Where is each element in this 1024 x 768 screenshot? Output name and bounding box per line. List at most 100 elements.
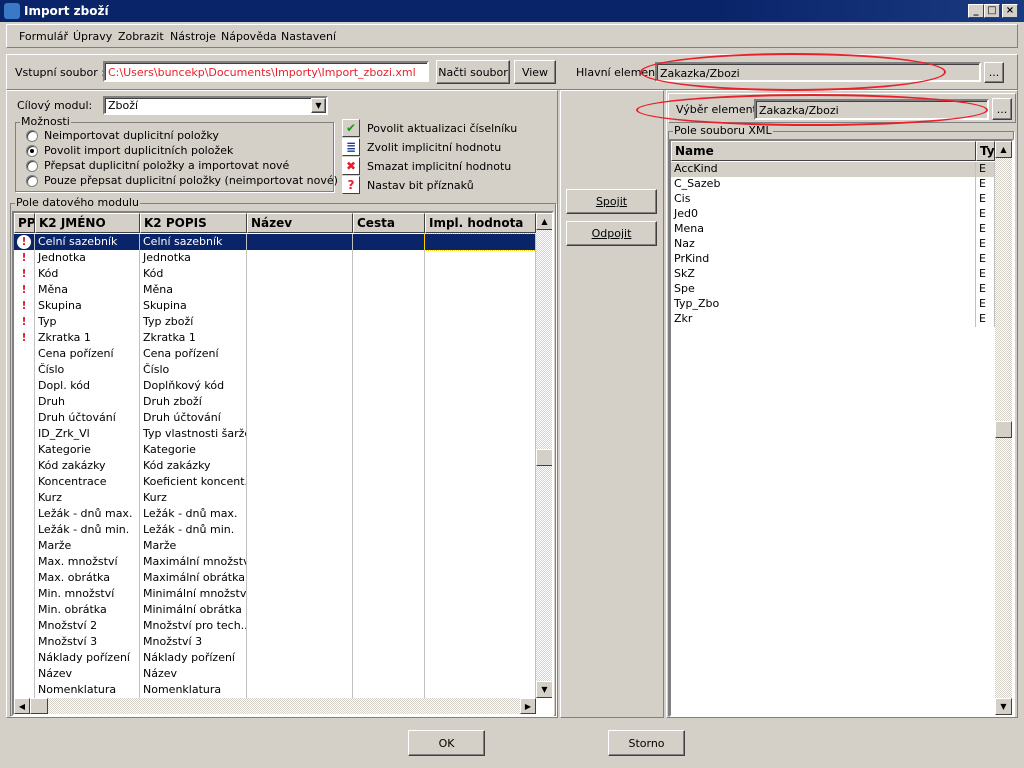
- table-row[interactable]: ! Měna Měna: [14, 282, 536, 298]
- table-row[interactable]: Množství 2 Množství pro tech...: [14, 618, 536, 634]
- scroll-thumb[interactable]: [995, 421, 1012, 438]
- table-cell[interactable]: [425, 330, 536, 346]
- table-cell[interactable]: [247, 234, 353, 250]
- table-cell[interactable]: Kurz: [35, 490, 140, 506]
- table-cell[interactable]: Maximální množstv...: [140, 554, 247, 570]
- menu-zobrazit[interactable]: Zobrazit: [118, 30, 164, 43]
- table-cell[interactable]: [425, 378, 536, 394]
- table-cell[interactable]: E: [976, 252, 995, 267]
- table-row[interactable]: Min. množstvíMinimální množství...: [14, 586, 536, 602]
- table-cell[interactable]: [425, 394, 536, 410]
- table-row[interactable]: Koncentrace Koeficient koncent...: [14, 474, 536, 490]
- table-cell[interactable]: Marže: [35, 538, 140, 554]
- table-cell[interactable]: Skupina: [35, 298, 140, 314]
- table-cell[interactable]: Číslo: [140, 362, 247, 378]
- h-scroll-thumb[interactable]: [30, 698, 48, 714]
- radio-button[interactable]: [26, 175, 38, 187]
- table-row[interactable]: Dopl. kód Doplňkový kód: [14, 378, 536, 394]
- table-cell[interactable]: [353, 330, 425, 346]
- table-cell[interactable]: Naz: [671, 237, 976, 252]
- table-cell[interactable]: Zkratka 1: [35, 330, 140, 346]
- table-cell[interactable]: Mena: [671, 222, 976, 237]
- table-row[interactable]: ! Celní sazebník Celní sazebník: [14, 233, 537, 251]
- table-cell[interactable]: Název: [35, 666, 140, 682]
- column-header[interactable]: Impl. hodnota: [425, 213, 536, 233]
- scroll-right-button[interactable]: ▶: [520, 698, 536, 714]
- table-cell[interactable]: [353, 314, 425, 330]
- action-label[interactable]: Povolit aktualizaci číselníku: [367, 122, 517, 135]
- column-header[interactable]: PP: [14, 213, 35, 233]
- input-file-field[interactable]: C:\Users\buncekp\Documents\Importy\Impor…: [103, 61, 429, 82]
- vertical-scrollbar[interactable]: ▲ ▼: [536, 213, 552, 698]
- table-cell[interactable]: Kurz: [140, 490, 247, 506]
- table-cell[interactable]: [353, 266, 425, 282]
- table-row[interactable]: C_Sazeb E: [671, 177, 995, 192]
- table-cell[interactable]: [425, 490, 536, 506]
- main-element-browse-button[interactable]: ...: [984, 62, 1004, 83]
- maximize-button[interactable]: □: [984, 4, 1000, 18]
- table-cell[interactable]: Náklady pořízení: [140, 650, 247, 666]
- table-cell[interactable]: [247, 426, 353, 442]
- disconnect-button[interactable]: Odpojit: [566, 221, 657, 246]
- table-cell[interactable]: Celní sazebník: [35, 234, 140, 250]
- table-cell[interactable]: [425, 362, 536, 378]
- table-row[interactable]: PrKind E: [671, 252, 995, 267]
- table-cell[interactable]: Minimální obrátka: [140, 602, 247, 618]
- table-cell[interactable]: Množství 3: [140, 634, 247, 650]
- table-cell[interactable]: [247, 634, 353, 650]
- table-cell[interactable]: Druh: [35, 394, 140, 410]
- table-row[interactable]: Kurz Kurz: [14, 490, 536, 506]
- menu-nastaveni[interactable]: Nastavení: [281, 30, 336, 43]
- table-cell[interactable]: [353, 490, 425, 506]
- table-cell[interactable]: [353, 282, 425, 298]
- table-cell[interactable]: [425, 666, 536, 682]
- table-cell[interactable]: [247, 346, 353, 362]
- table-cell[interactable]: [425, 506, 536, 522]
- table-cell[interactable]: Náklady pořízení: [35, 650, 140, 666]
- table-cell[interactable]: [425, 298, 536, 314]
- scroll-down-button[interactable]: ▼: [995, 698, 1012, 715]
- table-row[interactable]: Druh účtování Druh účtování: [14, 410, 536, 426]
- table-cell[interactable]: [425, 282, 536, 298]
- table-cell[interactable]: [425, 410, 536, 426]
- table-cell[interactable]: Doplňkový kód: [140, 378, 247, 394]
- table-cell[interactable]: [353, 378, 425, 394]
- table-row[interactable]: ! Jednotka Jednotka: [14, 250, 536, 266]
- table-cell[interactable]: Cis: [671, 192, 976, 207]
- close-button[interactable]: ×: [1002, 4, 1018, 18]
- table-row[interactable]: AccKind E: [671, 162, 995, 177]
- table-row[interactable]: Množství 3 Množství 3: [14, 634, 536, 650]
- table-cell[interactable]: Jednotka: [140, 250, 247, 266]
- table-cell[interactable]: Zkratka 1: [140, 330, 247, 346]
- radio-button[interactable]: [26, 130, 38, 142]
- column-header[interactable]: K2 JMÉNO: [35, 213, 140, 233]
- table-cell[interactable]: Druh účtování: [35, 410, 140, 426]
- table-cell[interactable]: [425, 346, 536, 362]
- table-row[interactable]: Kategorie Kategorie: [14, 442, 536, 458]
- table-row[interactable]: Druh Druh zboží: [14, 394, 536, 410]
- table-cell[interactable]: Typ zboží: [140, 314, 247, 330]
- table-row[interactable]: Cis E: [671, 192, 995, 207]
- table-cell[interactable]: Měna: [140, 282, 247, 298]
- table-cell[interactable]: [247, 666, 353, 682]
- table-cell[interactable]: [425, 570, 536, 586]
- table-cell[interactable]: [247, 602, 353, 618]
- table-cell[interactable]: Množství pro tech...: [140, 618, 247, 634]
- table-cell[interactable]: Min. množství: [35, 586, 140, 602]
- table-row[interactable]: ! Skupina Skupina: [14, 298, 536, 314]
- table-cell[interactable]: Jednotka: [35, 250, 140, 266]
- table-cell[interactable]: Koncentrace: [35, 474, 140, 490]
- table-cell[interactable]: [247, 650, 353, 666]
- table-cell[interactable]: Kód: [35, 266, 140, 282]
- table-cell[interactable]: [247, 506, 353, 522]
- table-cell[interactable]: [353, 394, 425, 410]
- view-button[interactable]: View: [514, 60, 556, 84]
- table-cell[interactable]: Koeficient koncent...: [140, 474, 247, 490]
- table-cell[interactable]: E: [976, 282, 995, 297]
- radio-button[interactable]: [26, 160, 38, 172]
- table-cell[interactable]: [353, 522, 425, 538]
- menu-napoveda[interactable]: Nápověda: [221, 30, 277, 43]
- table-cell[interactable]: Druh účtování: [140, 410, 247, 426]
- table-cell[interactable]: E: [976, 162, 995, 177]
- table-cell[interactable]: [425, 602, 536, 618]
